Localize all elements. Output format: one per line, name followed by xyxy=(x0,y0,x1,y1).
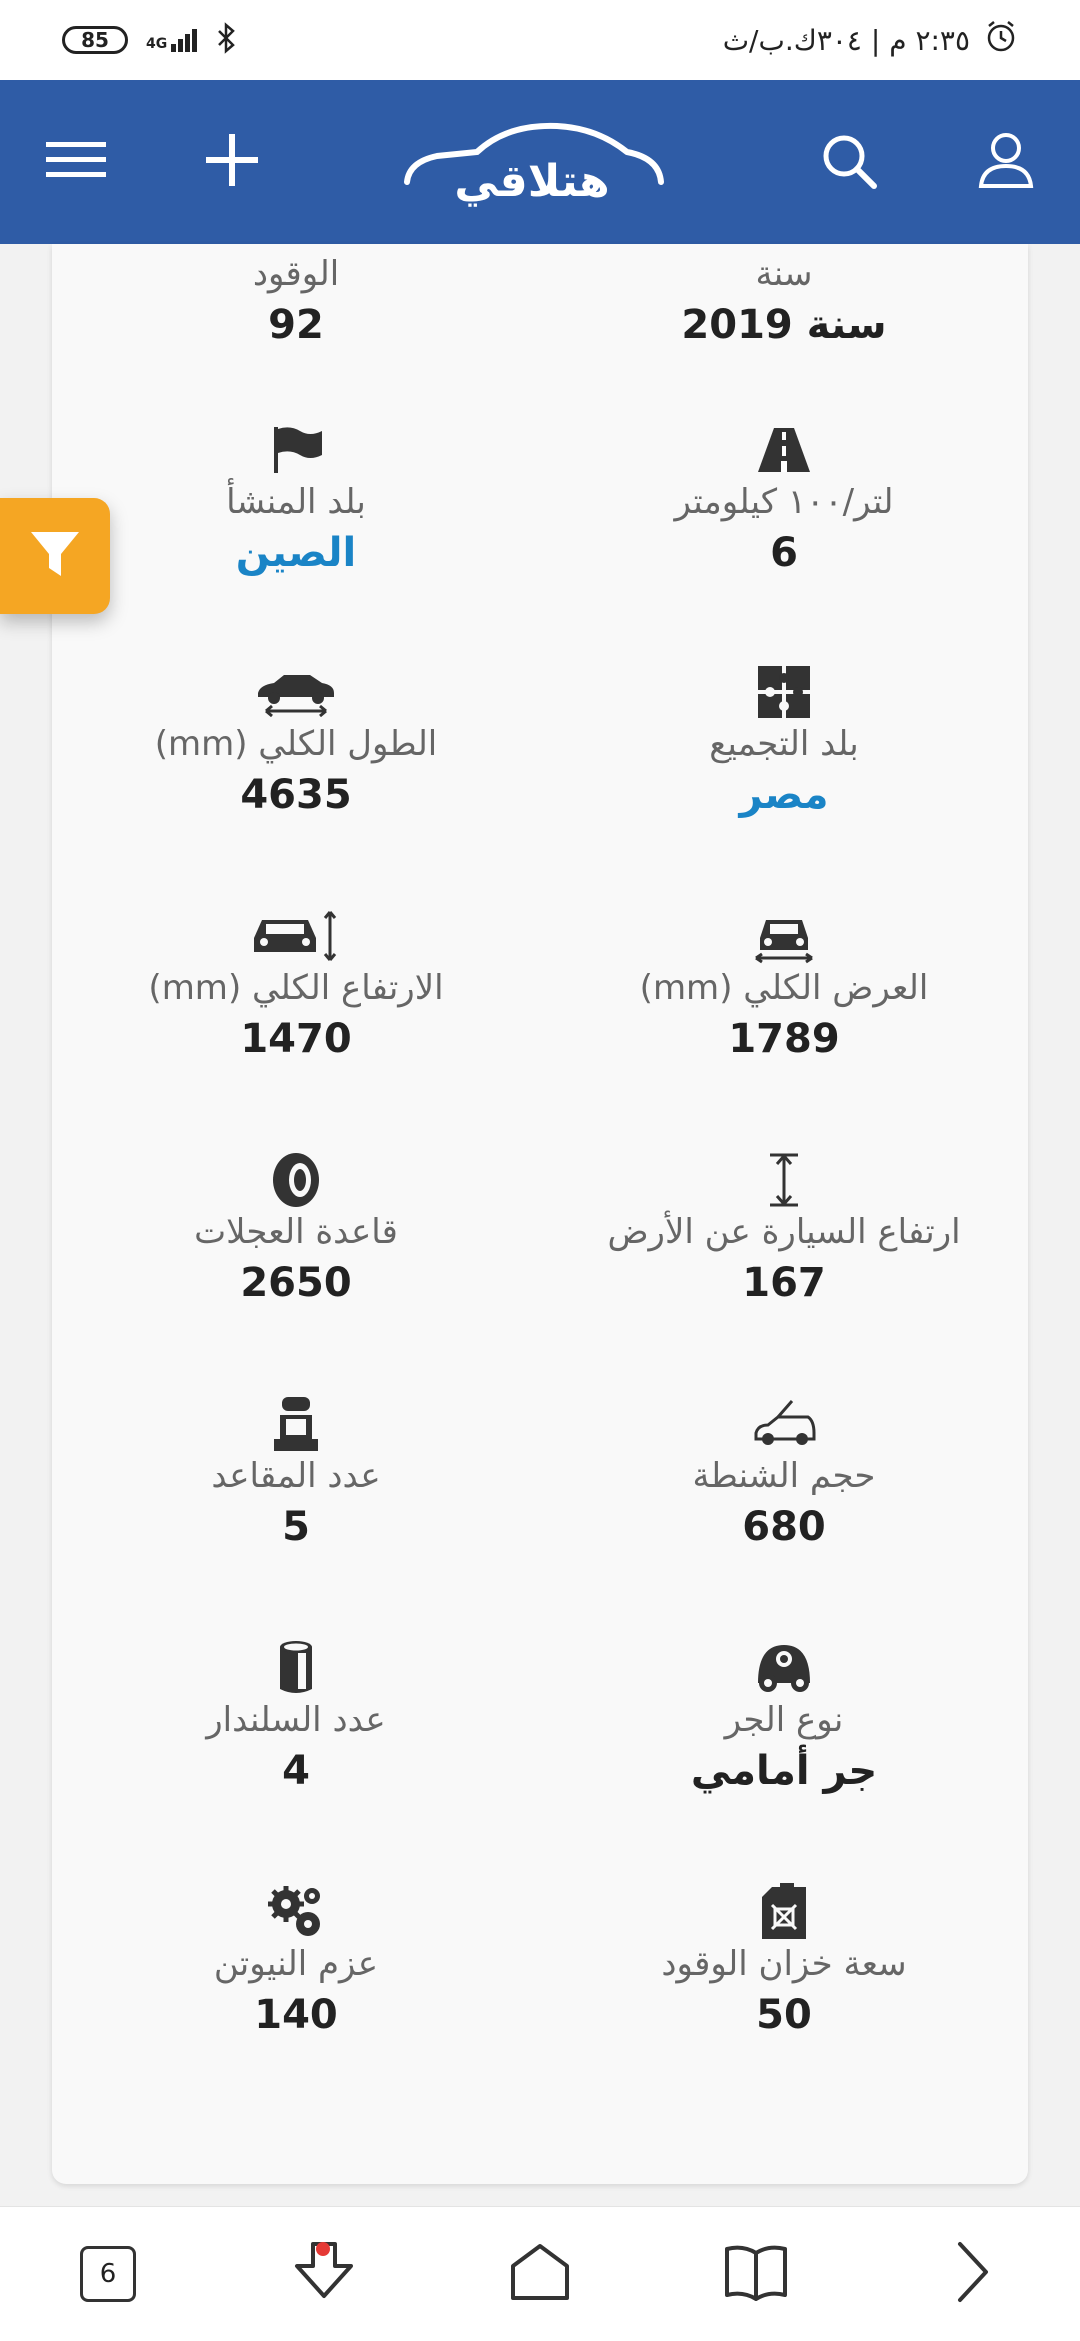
spec-height: الارتفاع الكلي (mm) 1470 xyxy=(52,908,540,1066)
status-right: ٢:٣٥ م | ٣٠٤ك.ب/ث xyxy=(723,20,1018,61)
battery-level: 85 xyxy=(81,28,109,52)
tire-icon xyxy=(52,1152,540,1208)
road-icon xyxy=(540,422,1028,478)
spec-label: بلد المنشأ xyxy=(226,482,366,522)
filter-icon xyxy=(27,526,83,586)
spec-value: 680 xyxy=(742,1504,826,1550)
app-header: هتلاقي xyxy=(0,80,1080,244)
spec-label: سعة خزان الوقود xyxy=(661,1944,907,1984)
filter-button[interactable] xyxy=(0,498,110,614)
search-button[interactable] xyxy=(808,80,888,244)
spec-value: 167 xyxy=(742,1260,826,1306)
status-left: 85 4G xyxy=(62,22,237,58)
home-icon xyxy=(509,2242,571,2306)
logo[interactable]: هتلاقي xyxy=(392,80,672,244)
battery-indicator: 85 xyxy=(62,26,128,54)
spec-label: العرض الكلي (mm) xyxy=(639,968,929,1008)
spec-origin: بلد المنشأ الصين xyxy=(52,422,540,580)
spec-value: سنة 2019 xyxy=(681,302,887,348)
alarm-icon xyxy=(984,20,1018,61)
spec-label: الطول الكلي (mm) xyxy=(154,724,438,764)
cylinder-icon xyxy=(52,1640,540,1696)
spec-label: الوقود xyxy=(252,254,340,294)
spec-ground-clearance: ارتفاع السيارة عن الأرض 167 xyxy=(540,1152,1028,1310)
spec-fuel-tank: سعة خزان الوقود 50 xyxy=(540,1883,1028,2042)
spec-label: لتر/١٠٠ كيلومتر xyxy=(674,482,894,522)
spec-label: عدد السلندار xyxy=(206,1700,386,1740)
status-bar: 85 4G ٢:٣٥ م | ٣٠٤ك.ب/ث xyxy=(0,0,1080,80)
spec-value: 5 xyxy=(282,1504,310,1550)
signal-icon: 4G xyxy=(146,28,198,52)
spec-consumption: لتر/١٠٠ كيلومتر 6 xyxy=(540,422,1028,580)
search-icon xyxy=(818,130,878,194)
spec-value: 1470 xyxy=(240,1016,352,1062)
tab-count: 6 xyxy=(99,2259,117,2289)
tabs-icon: 6 xyxy=(80,2246,136,2302)
network-type: 4G xyxy=(146,35,168,52)
spec-value-link[interactable]: مصر xyxy=(540,768,1028,822)
specs-card: سنة سنة 2019 الوقود 92 لتر/١٠٠ كيلومتر 6… xyxy=(52,244,1028,2184)
seat-icon xyxy=(52,1396,540,1452)
spec-label: سنة xyxy=(755,254,813,294)
spec-label: نوع الجر xyxy=(724,1700,844,1740)
ground-clearance-icon xyxy=(540,1152,1028,1208)
trunk-icon xyxy=(540,1396,1028,1452)
spec-cylinders: عدد السلندار 4 xyxy=(52,1640,540,1798)
spec-torque: عزم النيوتن 140 xyxy=(52,1884,540,2042)
spec-label: عزم النيوتن xyxy=(213,1944,379,1984)
add-icon xyxy=(204,132,260,192)
spec-trunk: حجم الشنطة 680 xyxy=(540,1396,1028,1554)
fuel-can-icon xyxy=(540,1883,1028,1940)
car-height-icon xyxy=(52,908,540,964)
bluetooth-icon xyxy=(215,22,237,58)
add-button[interactable] xyxy=(192,80,272,244)
spec-length: الطول الكلي (mm) 4635 xyxy=(52,664,540,822)
bookmarks-icon xyxy=(723,2243,789,2305)
car-logo-icon: هتلاقي xyxy=(404,122,664,207)
spec-value: 6 xyxy=(770,530,798,576)
spec-fuel: الوقود 92 xyxy=(52,250,540,352)
spec-value: 2650 xyxy=(240,1260,352,1306)
bookmarks-button[interactable] xyxy=(706,2224,806,2324)
spec-label: حجم الشنطة xyxy=(692,1456,876,1496)
spec-label: ارتفاع السيارة عن الأرض xyxy=(607,1212,961,1252)
spec-value: 50 xyxy=(756,1992,812,2038)
spec-seats: عدد المقاعد 5 xyxy=(52,1396,540,1554)
notification-dot xyxy=(316,2242,330,2256)
forward-icon xyxy=(952,2240,992,2308)
menu-icon xyxy=(46,140,106,184)
spec-year: سنة سنة 2019 xyxy=(540,250,1028,352)
download-button[interactable] xyxy=(274,2224,374,2324)
spec-value: 4 xyxy=(282,1748,310,1794)
flag-icon xyxy=(52,422,540,478)
user-icon xyxy=(977,130,1035,194)
car-length-icon xyxy=(52,664,540,720)
account-button[interactable] xyxy=(966,80,1046,244)
spec-value: 140 xyxy=(254,1992,338,2038)
status-time: ٢:٣٥ م | ٣٠٤ك.ب/ث xyxy=(722,23,970,57)
car-width-icon xyxy=(540,908,1028,964)
spec-label: عدد المقاعد xyxy=(211,1456,381,1496)
puzzle-icon xyxy=(540,664,1028,720)
logo-text: هتلاقي xyxy=(454,156,609,207)
spec-wheelbase: قاعدة العجلات 2650 xyxy=(52,1152,540,1310)
forward-button[interactable] xyxy=(922,2224,1022,2324)
gears-icon xyxy=(52,1884,540,1940)
spec-value: 4635 xyxy=(240,772,352,818)
menu-button[interactable] xyxy=(36,80,116,244)
spec-label: بلد التجميع xyxy=(709,724,859,764)
spec-value: 1789 xyxy=(728,1016,840,1062)
drivetrain-icon xyxy=(540,1640,1028,1696)
spec-drivetrain: نوع الجر جر أمامي xyxy=(540,1640,1028,1798)
spec-value: 92 xyxy=(268,302,324,348)
spec-width: العرض الكلي (mm) 1789 xyxy=(540,908,1028,1066)
spec-label: الارتفاع الكلي (mm) xyxy=(148,968,444,1008)
spec-value: جر أمامي xyxy=(690,1748,878,1794)
tabs-button[interactable]: 6 xyxy=(58,2224,158,2324)
spec-value-link[interactable]: الصين xyxy=(52,526,540,580)
home-button[interactable] xyxy=(490,2224,590,2324)
bottom-nav: 6 xyxy=(0,2206,1080,2341)
spec-label: قاعدة العجلات xyxy=(194,1212,398,1252)
spec-assembly: بلد التجميع مصر xyxy=(540,664,1028,822)
